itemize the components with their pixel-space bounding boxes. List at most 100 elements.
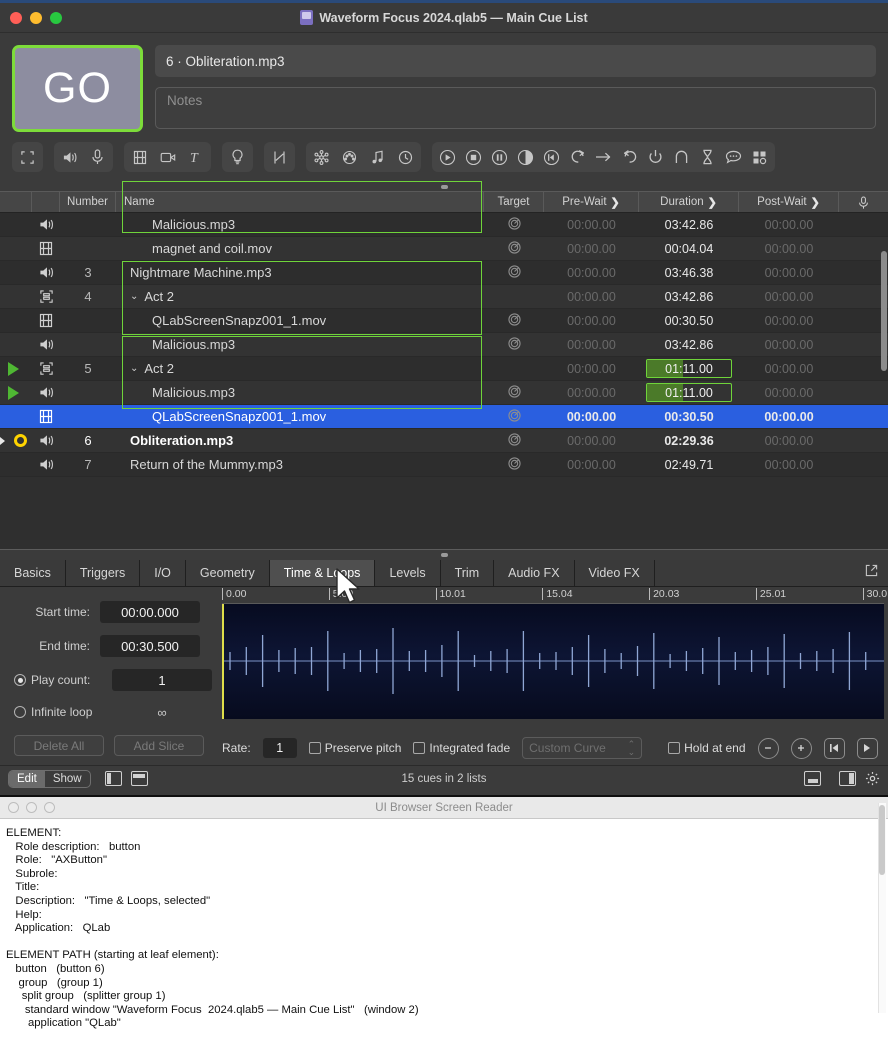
target-cell[interactable]: [484, 285, 544, 308]
target-cell[interactable]: [484, 237, 544, 260]
sidebar-toggle-icon[interactable]: [105, 771, 122, 786]
tab-video-fx[interactable]: Video FX: [575, 560, 655, 586]
tab-levels[interactable]: Levels: [375, 560, 440, 586]
duration-cell[interactable]: 03:42.86: [639, 285, 739, 308]
postwait-cell[interactable]: 00:00.00: [739, 453, 839, 476]
stop-cue-icon[interactable]: [465, 149, 482, 166]
play-count-radio[interactable]: [14, 674, 26, 686]
group-grid-icon[interactable]: [751, 149, 768, 166]
prewait-cell[interactable]: 00:00.00: [544, 405, 639, 428]
target-cell[interactable]: [484, 309, 544, 332]
postwait-cell[interactable]: 00:00.00: [739, 213, 839, 236]
start-time-input[interactable]: 00:00.000: [100, 601, 200, 623]
prewait-cell[interactable]: 00:00.00: [544, 333, 639, 356]
pause-cue-icon[interactable]: [491, 149, 508, 166]
right-panel-icon[interactable]: [839, 771, 856, 786]
prewait-cell[interactable]: 00:00.00: [544, 381, 639, 404]
script-cue-icon[interactable]: [725, 149, 742, 166]
target-cell[interactable]: [484, 333, 544, 356]
infinite-loop-radio[interactable]: [14, 706, 26, 718]
table-row[interactable]: 5⌄Act 200:00.0001:11.0000:00.00: [0, 357, 888, 381]
cuelist-splitter-handle[interactable]: [0, 182, 888, 191]
cue-number-cell[interactable]: [60, 237, 116, 260]
table-row[interactable]: 7Return of the Mummy.mp300:00.0002:49.71…: [0, 453, 888, 477]
music-cue-icon[interactable]: [369, 149, 386, 166]
target-cell[interactable]: [484, 381, 544, 404]
cue-number-cell[interactable]: 7: [60, 453, 116, 476]
popout-icon[interactable]: [865, 564, 878, 582]
column-postwait[interactable]: Post-Wait ❯: [739, 192, 839, 212]
cue-name-cell[interactable]: Nightmare Machine.mp3: [116, 261, 484, 284]
zoom-button[interactable]: [50, 12, 62, 24]
duration-cell[interactable]: 00:04.04: [639, 237, 739, 260]
duration-cell[interactable]: 01:11.00: [639, 381, 739, 404]
group-cue-icon[interactable]: [19, 149, 36, 166]
cue-name-cell[interactable]: Obliteration.mp3: [116, 429, 484, 452]
light-cue-icon[interactable]: [229, 149, 246, 166]
prewait-cell[interactable]: 00:00.00: [544, 453, 639, 476]
jump-to-start-icon[interactable]: [824, 738, 845, 759]
table-row[interactable]: 4⌄Act 200:00.0003:42.8600:00.00: [0, 285, 888, 309]
custom-curve-select[interactable]: Custom Curve ⌃⌄: [522, 737, 642, 759]
table-row[interactable]: Malicious.mp300:00.0001:11.0000:00.00: [0, 381, 888, 405]
midi-cue-icon[interactable]: [341, 149, 358, 166]
duration-cell[interactable]: 03:46.38: [639, 261, 739, 284]
hold-at-end-checkbox[interactable]: Hold at end: [668, 741, 745, 755]
duration-cell[interactable]: 02:29.36: [639, 429, 739, 452]
timer-cue-icon[interactable]: [699, 149, 716, 166]
target-cell[interactable]: [484, 453, 544, 476]
column-target[interactable]: Target: [484, 192, 544, 212]
tab-trim[interactable]: Trim: [441, 560, 495, 586]
table-row[interactable]: 3Nightmare Machine.mp3 00:00.0003:46.3800…: [0, 261, 888, 285]
zoom-out-icon[interactable]: [758, 738, 779, 759]
camera-cue-icon[interactable]: [159, 149, 176, 166]
cue-number-cell[interactable]: 4: [60, 285, 116, 308]
cue-number-cell[interactable]: [60, 405, 116, 428]
column-name[interactable]: Name: [116, 192, 484, 212]
cue-number-cell[interactable]: 5: [60, 357, 116, 380]
duration-cell[interactable]: 01:11.00: [639, 357, 739, 380]
waveform-display[interactable]: [222, 604, 884, 719]
cue-number-cell[interactable]: [60, 381, 116, 404]
duration-cell[interactable]: 00:30.50: [639, 309, 739, 332]
cue-number-cell[interactable]: 6: [60, 429, 116, 452]
timecode-cue-icon[interactable]: [397, 149, 414, 166]
bottom-panel-icon[interactable]: [804, 771, 821, 786]
prewait-cell[interactable]: 00:00.00: [544, 309, 639, 332]
notes-field[interactable]: Notes: [155, 87, 876, 129]
disclosure-triangle-icon[interactable]: ⌄: [130, 363, 138, 374]
cue-list-scrollbar[interactable]: [881, 251, 887, 371]
table-row[interactable]: Malicious.mp300:00.0003:42.8600:00.00: [0, 333, 888, 357]
go-button[interactable]: GO: [12, 45, 143, 132]
play-count-input[interactable]: 1: [112, 669, 212, 691]
postwait-cell[interactable]: 00:00.00: [739, 381, 839, 404]
tab-audio-fx[interactable]: Audio FX: [494, 560, 574, 586]
goto-cue-icon[interactable]: [569, 149, 586, 166]
zoom-in-icon[interactable]: [791, 738, 812, 759]
prewait-cell[interactable]: 00:00.00: [544, 237, 639, 260]
table-row[interactable]: magnet and coil.mov00:00.0000:04.0400:00…: [0, 237, 888, 261]
duration-cell[interactable]: 03:42.86: [639, 333, 739, 356]
screen-reader-scroll-thumb[interactable]: [879, 805, 885, 875]
tab-basics[interactable]: Basics: [0, 560, 66, 586]
disclosure-triangle-icon[interactable]: ⌄: [130, 291, 138, 302]
column-number[interactable]: Number: [60, 192, 116, 212]
preserve-pitch-checkbox[interactable]: Preserve pitch: [309, 741, 402, 755]
end-time-input[interactable]: 00:30.500: [100, 635, 200, 657]
duration-cell[interactable]: 02:49.71: [639, 453, 739, 476]
duration-cell[interactable]: 00:30.50: [639, 405, 739, 428]
cue-number-cell[interactable]: [60, 333, 116, 356]
target-cell[interactable]: [484, 213, 544, 236]
prewait-cell[interactable]: 00:00.00: [544, 261, 639, 284]
table-row[interactable]: 6Obliteration.mp300:00.0002:29.3600:00.0…: [0, 429, 888, 453]
cue-number-cell[interactable]: 3: [60, 261, 116, 284]
cue-name-cell[interactable]: Malicious.mp3: [116, 213, 484, 236]
prewait-cell[interactable]: 00:00.00: [544, 357, 639, 380]
cue-name-cell[interactable]: Malicious.mp3: [116, 333, 484, 356]
postwait-cell[interactable]: 00:00.00: [739, 237, 839, 260]
reset-cue-icon[interactable]: [543, 149, 560, 166]
tab-geometry[interactable]: Geometry: [186, 560, 270, 586]
play-preview-icon[interactable]: [857, 738, 878, 759]
audio-cue-icon[interactable]: [61, 149, 78, 166]
postwait-cell[interactable]: 00:00.00: [739, 261, 839, 284]
